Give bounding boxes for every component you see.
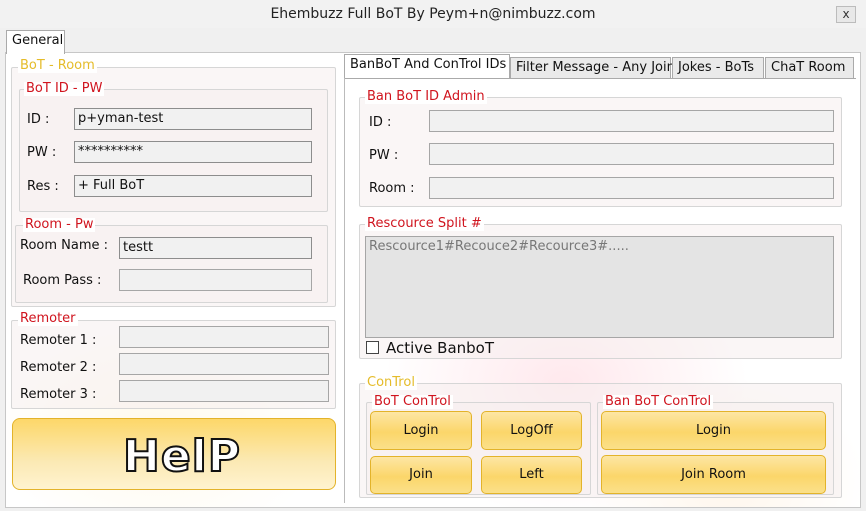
- bot-logoff-button[interactable]: LogOff: [481, 411, 582, 450]
- control-legend: ConTrol: [365, 375, 417, 390]
- room-pass-label: Room Pass :: [23, 273, 102, 288]
- room-pass-input[interactable]: [119, 269, 312, 291]
- active-banbot-checkbox[interactable]: [366, 341, 379, 354]
- ban-pw-input[interactable]: [429, 143, 834, 165]
- bot-res-input[interactable]: + Full BoT: [74, 175, 312, 197]
- subtab-panel-border: [344, 78, 345, 503]
- active-banbot-label: Active BanboT: [386, 339, 495, 357]
- close-icon: x: [842, 7, 850, 21]
- ban-id-input[interactable]: [429, 110, 834, 132]
- bot-id-label: ID :: [27, 112, 50, 127]
- tab-jokes-bots[interactable]: Jokes - BoTs: [672, 57, 764, 79]
- ban-bot-join-room-button[interactable]: Join Room: [601, 455, 826, 494]
- bot-left-button[interactable]: Left: [481, 456, 582, 494]
- bot-pw-label: PW :: [27, 145, 57, 160]
- remoter-2-input[interactable]: [119, 353, 329, 375]
- tab-general[interactable]: General: [6, 30, 65, 54]
- bot-id-pw-legend: BoT ID - PW: [24, 81, 105, 96]
- room-pw-legend: Room - Pw: [23, 217, 96, 232]
- help-label: HelP: [123, 431, 241, 482]
- close-button[interactable]: x: [836, 6, 856, 23]
- ban-bot-control-legend: Ban BoT ConTrol: [603, 394, 714, 409]
- resource-split-placeholder: Rescource1#Recouce2#Recource3#.....: [369, 239, 629, 254]
- ban-id-label: ID :: [369, 115, 392, 130]
- bot-pw-input[interactable]: **********: [74, 141, 312, 163]
- ban-pw-label: PW :: [369, 148, 399, 163]
- remoter-1-label: Remoter 1 :: [20, 333, 97, 348]
- remoter-1-input[interactable]: [119, 326, 329, 348]
- room-name-label: Room Name :: [20, 238, 109, 253]
- resource-split-textarea[interactable]: Rescource1#Recouce2#Recource3#.....: [365, 236, 834, 338]
- remoter-legend: Remoter: [18, 311, 78, 326]
- bot-login-button[interactable]: Login: [370, 411, 472, 450]
- tab-filter-message[interactable]: Filter Message - Any Join: [510, 57, 675, 79]
- bot-control-legend: BoT ConTrol: [372, 394, 453, 409]
- bot-room-legend: BoT - Room: [18, 58, 97, 73]
- window-title: Ehembuzz Full BoT By Peym+n@nimbuzz.com: [270, 6, 596, 22]
- bot-id-input[interactable]: p+yman-test: [74, 108, 312, 130]
- ban-bot-login-button[interactable]: Login: [601, 411, 826, 450]
- ban-room-label: Room :: [369, 181, 415, 196]
- room-name-input[interactable]: testt: [119, 237, 312, 259]
- remoter-2-label: Remoter 2 :: [20, 360, 97, 375]
- ban-room-input[interactable]: [429, 177, 834, 199]
- resource-split-legend: Rescource Split #: [365, 216, 484, 231]
- help-graffiti-icon: HelP: [122, 430, 241, 483]
- bot-join-button[interactable]: Join: [370, 456, 472, 494]
- help-button[interactable]: HelP: [12, 418, 336, 490]
- ban-admin-legend: Ban BoT ID Admin: [365, 89, 487, 104]
- subtab-divider: [344, 78, 856, 79]
- tab-banbot-control-ids[interactable]: BanBoT And ConTrol IDs: [344, 54, 510, 79]
- remoter-3-input[interactable]: [119, 380, 329, 402]
- tab-chat-room[interactable]: ChaT Room: [765, 57, 854, 79]
- bot-res-label: Res :: [27, 179, 59, 194]
- remoter-3-label: Remoter 3 :: [20, 387, 97, 402]
